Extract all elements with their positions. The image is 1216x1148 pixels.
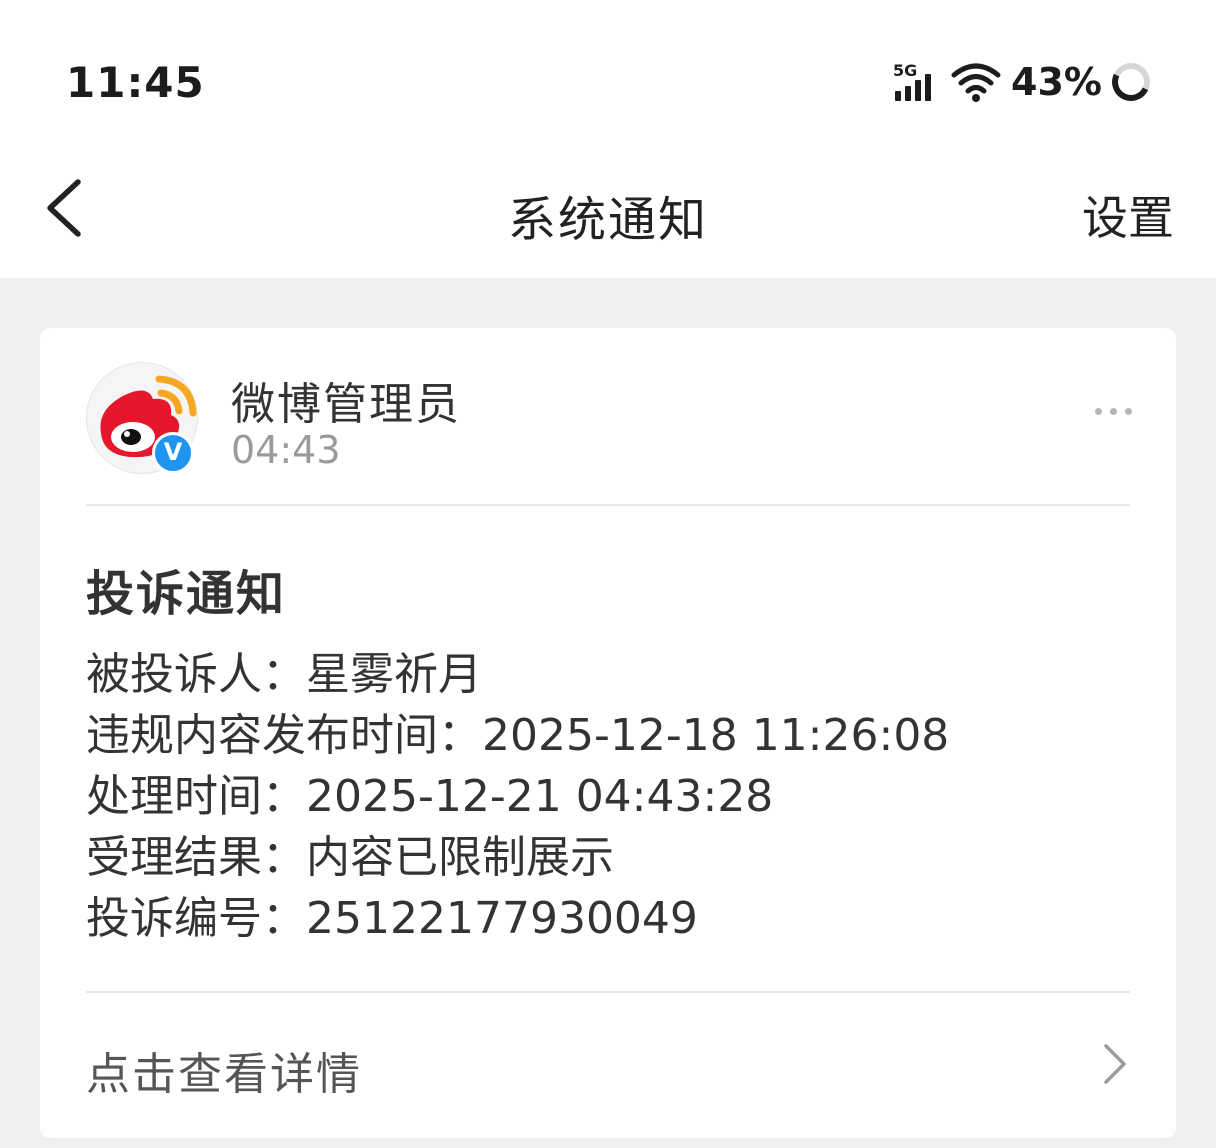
notice-body: 被投诉人：星雾祈月 违规内容发布时间：2025-12-18 11:26:08 处… [86,644,949,949]
header-divider [86,504,1130,506]
wifi-icon [951,63,1001,102]
status-icons: 5G 43% [893,56,1156,108]
notification-card: V 微博管理员 04:43 投诉通知 被投诉人：星雾祈月 违规内容发布时间：20… [40,328,1176,1138]
settings-button[interactable]: 设置 [1082,182,1174,248]
publish-time-line: 违规内容发布时间：2025-12-18 11:26:08 [86,710,950,761]
complaint-id-line: 投诉编号：25122177930049 [86,893,698,944]
cellular-signal-icon: 5G [893,59,941,105]
result-line: 受理结果：内容已限制展示 [86,832,614,883]
nav-bar: 系统通知 设置 [0,150,1216,278]
sender-name[interactable]: 微博管理员 [231,368,461,432]
message-time: 04:43 [231,428,341,472]
notice-title: 投诉通知 [86,566,287,622]
battery-percentage: 43% [1011,60,1102,104]
verified-v-icon: V [152,432,194,474]
page-title: 系统通知 [507,192,708,248]
status-time: 11:45 [66,58,205,107]
more-options-button[interactable] [1095,408,1132,415]
network-type-label: 5G [893,61,918,80]
process-time-line: 处理时间：2025-12-21 04:43:28 [86,771,774,822]
footer-divider [86,991,1130,993]
more-dots-icon [1095,408,1102,415]
view-details-label: 点击查看详情 [86,1049,362,1100]
status-bar: 11:45 5G 43% [0,0,1216,150]
complainee-line: 被投诉人：星雾祈月 [86,649,482,700]
chevron-right-icon [1104,1044,1126,1084]
view-details-button[interactable]: 点击查看详情 [40,994,1176,1138]
battery-ring-icon [1106,57,1156,107]
